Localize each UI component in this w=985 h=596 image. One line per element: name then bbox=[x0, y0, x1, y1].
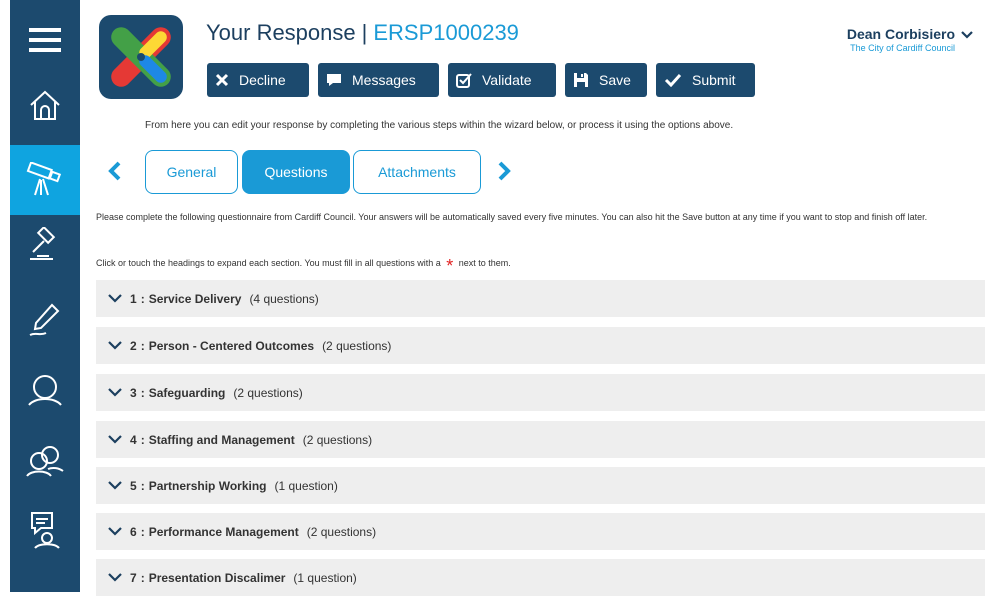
validate-label: Validate bbox=[482, 72, 532, 88]
section-separator: : bbox=[140, 478, 145, 493]
section-question-count: (4 questions) bbox=[249, 291, 319, 306]
section-heading[interactable]: 4: Staffing and Management (2 questions) bbox=[96, 421, 985, 458]
app-logo bbox=[99, 15, 183, 99]
required-instructions: Click or touch the headings to expand ea… bbox=[96, 256, 976, 276]
menu-icon bbox=[29, 28, 61, 52]
window-edge bbox=[0, 0, 10, 592]
section-question-count: (2 questions) bbox=[302, 432, 373, 447]
tab-questions-label: Questions bbox=[264, 164, 328, 180]
section-number: 4 bbox=[130, 432, 137, 447]
sidebar-item-contracts[interactable] bbox=[10, 285, 80, 355]
section-title: Safeguarding bbox=[148, 385, 226, 400]
section-number: 5 bbox=[130, 478, 137, 493]
speech-bubble-icon bbox=[327, 74, 341, 86]
section-title: Partnership Working bbox=[148, 478, 267, 493]
tab-attachments[interactable]: Attachments bbox=[353, 150, 481, 194]
section-question-count: (1 question) bbox=[293, 570, 357, 585]
section-separator: : bbox=[140, 524, 145, 539]
pen-icon bbox=[29, 303, 60, 336]
questionnaire-instructions: Please complete the following questionna… bbox=[96, 212, 928, 222]
section-title: Staffing and Management bbox=[148, 432, 295, 447]
validate-button[interactable]: Validate bbox=[448, 63, 556, 97]
sidebar-item-tenders[interactable] bbox=[10, 210, 80, 280]
section-question-count: (2 questions) bbox=[233, 385, 303, 400]
sidebar-item-profile[interactable] bbox=[10, 355, 80, 425]
decline-button[interactable]: Decline bbox=[207, 63, 309, 97]
section-question-count: (1 question) bbox=[274, 478, 338, 493]
tab-general[interactable]: General bbox=[145, 150, 238, 194]
response-reference: ERSP1000239 bbox=[373, 20, 519, 45]
chevron-down-icon bbox=[108, 341, 122, 350]
section-heading[interactable]: 6: Performance Management (2 questions) bbox=[96, 513, 985, 550]
tab-general-label: General bbox=[166, 164, 217, 180]
required-star-icon: * bbox=[446, 256, 454, 276]
section-separator: : bbox=[140, 570, 145, 585]
user-menu[interactable]: Dean Corbisiero The City of Cardiff Coun… bbox=[847, 26, 955, 53]
floppy-disk-icon bbox=[574, 73, 588, 87]
chat-person-icon bbox=[31, 512, 60, 549]
save-button[interactable]: Save bbox=[565, 63, 647, 97]
submit-label: Submit bbox=[692, 72, 736, 88]
section-number: 2 bbox=[130, 338, 137, 353]
chevron-down-icon bbox=[108, 294, 122, 303]
section-heading[interactable]: 5: Partnership Working (1 question) bbox=[96, 467, 985, 504]
save-label: Save bbox=[599, 72, 631, 88]
submit-button[interactable]: Submit bbox=[656, 63, 755, 97]
intro-text: From here you can edit your response by … bbox=[145, 120, 734, 131]
section-separator: : bbox=[140, 432, 145, 447]
section-separator: : bbox=[140, 338, 145, 353]
sidebar-item-home[interactable] bbox=[10, 70, 80, 140]
section-heading[interactable]: 2: Person - Centered Outcomes (2 questions… bbox=[96, 327, 985, 364]
tab-attachments-label: Attachments bbox=[378, 164, 456, 180]
checkmark-icon bbox=[664, 73, 682, 87]
section-heading[interactable]: 3: Safeguarding (2 questions) bbox=[96, 374, 985, 411]
chevron-right-icon[interactable] bbox=[497, 161, 511, 181]
section-question-count: (2 questions) bbox=[322, 338, 392, 353]
telescope-icon bbox=[26, 162, 62, 196]
title-separator: | bbox=[361, 20, 368, 45]
section-separator: : bbox=[140, 291, 145, 306]
chevron-down-icon bbox=[108, 573, 122, 582]
sidebar-item-opportunities[interactable] bbox=[10, 145, 80, 215]
page-title: Your Response | ERSP1000239 bbox=[206, 20, 519, 46]
section-title: Service Delivery bbox=[148, 291, 242, 306]
title-prefix: Your Response bbox=[206, 20, 356, 45]
sidebar bbox=[10, 0, 80, 592]
chevron-down-icon bbox=[108, 481, 122, 490]
instructions-text-end: next to them. bbox=[458, 258, 511, 268]
section-separator: : bbox=[140, 385, 145, 400]
tab-questions[interactable]: Questions bbox=[242, 150, 350, 194]
section-heading[interactable]: 1: Service Delivery (4 questions) bbox=[96, 280, 985, 317]
sidebar-item-contacts[interactable] bbox=[10, 425, 80, 495]
section-number: 1 bbox=[130, 291, 137, 306]
instructions-text-start: Click or touch the headings to expand ea… bbox=[96, 258, 441, 268]
messages-button[interactable]: Messages bbox=[318, 63, 439, 97]
gavel-icon bbox=[30, 227, 56, 260]
person-icon bbox=[28, 375, 62, 406]
home-icon bbox=[30, 90, 60, 120]
section-number: 7 bbox=[130, 570, 137, 585]
section-title: Performance Management bbox=[148, 524, 299, 539]
chevron-down-icon bbox=[108, 527, 122, 536]
user-name[interactable]: Dean Corbisiero bbox=[847, 26, 955, 42]
people-icon bbox=[26, 446, 64, 477]
decline-label: Decline bbox=[239, 72, 286, 88]
chevron-down-icon bbox=[108, 388, 122, 397]
section-question-count: (2 questions) bbox=[306, 524, 377, 539]
section-title: Presentation Discalimer bbox=[148, 570, 286, 585]
section-number: 3 bbox=[130, 385, 137, 400]
user-organisation: The City of Cardiff Council bbox=[850, 43, 955, 53]
checkbox-icon bbox=[456, 73, 472, 88]
section-number: 6 bbox=[130, 524, 137, 539]
chevron-down-icon[interactable] bbox=[961, 31, 973, 39]
sidebar-menu-button[interactable] bbox=[10, 5, 80, 75]
close-icon bbox=[215, 73, 229, 87]
messages-label: Messages bbox=[352, 72, 416, 88]
section-heading[interactable]: 7: Presentation Discalimer (1 question) bbox=[96, 559, 985, 596]
chevron-left-icon[interactable] bbox=[108, 161, 122, 181]
section-title: Person - Centered Outcomes bbox=[148, 338, 315, 353]
chevron-down-icon bbox=[108, 435, 122, 444]
sidebar-item-messages[interactable] bbox=[10, 495, 80, 565]
